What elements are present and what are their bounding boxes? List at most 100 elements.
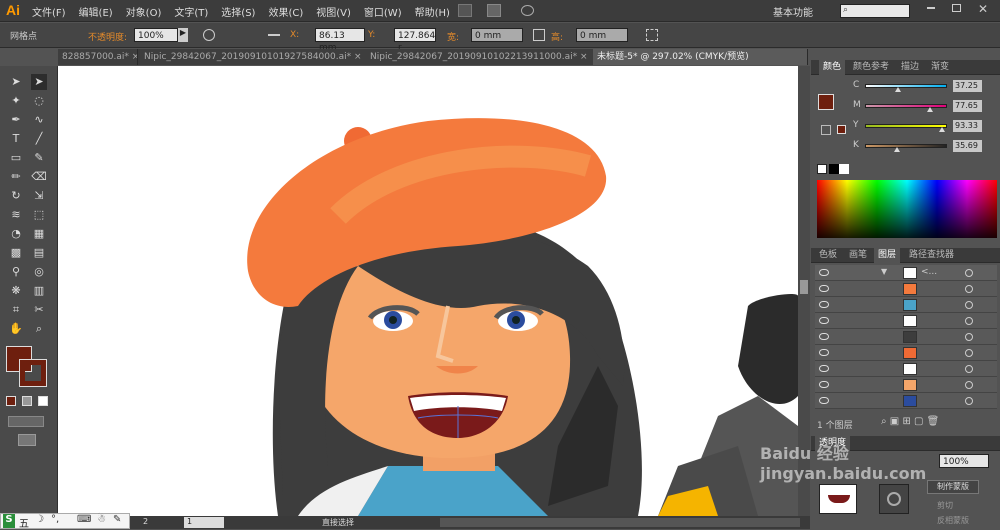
stroke-swatch[interactable] <box>19 359 47 387</box>
black-swatch[interactable] <box>829 164 839 174</box>
skin-icon[interactable]: ☃ <box>97 514 106 525</box>
artboard-canvas[interactable] <box>58 66 798 516</box>
paintbrush-tool-icon[interactable]: ✎ <box>31 150 47 166</box>
page-field[interactable]: 1 <box>184 517 224 528</box>
artboard-tool-icon[interactable]: ⌗ <box>8 302 24 318</box>
visibility-eye-icon[interactable] <box>819 397 829 404</box>
x-field[interactable]: 86.13 mm <box>315 28 365 53</box>
target-icon[interactable] <box>965 317 973 325</box>
channel-value-c[interactable]: 37.25 <box>953 80 982 92</box>
clipping-mask-icon[interactable]: ▣ <box>890 416 899 427</box>
opacity-dropdown-icon[interactable]: ▶ <box>178 28 188 42</box>
shape-builder-tool-icon[interactable]: ◔ <box>8 226 24 242</box>
menu-item-3[interactable]: 文字(T) <box>174 4 208 19</box>
mesh-tool-icon[interactable]: ▩ <box>8 245 24 261</box>
locate-object-icon[interactable]: ⌕ <box>881 416 887 427</box>
layer-row[interactable] <box>815 361 997 377</box>
white-swatch[interactable] <box>839 164 849 174</box>
channel-value-m[interactable]: 77.65 <box>953 100 982 112</box>
channel-knob-y[interactable] <box>939 127 946 132</box>
tab-brushes[interactable]: 画笔 <box>845 248 871 263</box>
reference-point-icon[interactable] <box>268 34 280 36</box>
line-tool-icon[interactable]: ╱ <box>31 131 47 147</box>
lasso-tool-icon[interactable]: ◌ <box>31 93 47 109</box>
channel-slider-k[interactable] <box>865 144 947 148</box>
scale-tool-icon[interactable]: ⇲ <box>31 188 47 204</box>
layer-row[interactable] <box>815 393 997 409</box>
tab-color[interactable]: 颜色 <box>819 60 846 75</box>
free-transform-tool-icon[interactable]: ⬚ <box>31 207 47 223</box>
target-icon[interactable] <box>965 301 973 309</box>
menu-item-0[interactable]: 文件(F) <box>32 4 66 19</box>
color-spectrum[interactable] <box>817 180 997 238</box>
layer-name[interactable]: <... <box>921 267 937 277</box>
channel-knob-c[interactable] <box>894 87 901 92</box>
layer-row[interactable] <box>815 281 997 297</box>
height-field[interactable]: 0 mm <box>576 28 628 42</box>
layer-row[interactable] <box>815 329 997 345</box>
clip-checkbox[interactable]: 剪切 <box>937 500 953 511</box>
tab-document-3[interactable]: Nipic_29842067_20190910102213911000.ai* … <box>366 49 594 65</box>
opacity-field[interactable]: 100% <box>134 28 178 42</box>
menu-item-5[interactable]: 效果(C) <box>268 4 303 19</box>
channel-knob-m[interactable] <box>927 107 934 112</box>
graph-tool-icon[interactable]: ▥ <box>31 283 47 299</box>
visibility-eye-icon[interactable] <box>819 285 829 292</box>
zoom-value[interactable]: 2 <box>143 517 148 526</box>
ime-mode[interactable]: 五 <box>19 515 29 530</box>
direct-selection-tool-icon[interactable]: ➤ <box>31 74 47 90</box>
visibility-eye-icon[interactable] <box>819 365 829 372</box>
menu-item-1[interactable]: 编辑(E) <box>79 4 113 19</box>
target-icon[interactable] <box>965 269 973 277</box>
visibility-eye-icon[interactable] <box>819 301 829 308</box>
pen-tool-icon[interactable]: ✒ <box>8 112 24 128</box>
new-sublayer-icon[interactable]: ⊞ <box>902 416 910 427</box>
menu-item-7[interactable]: 窗口(W) <box>364 4 402 19</box>
color-fill-swatch[interactable] <box>818 94 834 110</box>
channel-slider-c[interactable] <box>865 84 947 88</box>
invert-mask-checkbox[interactable]: 反相蒙版 <box>937 515 969 526</box>
target-icon[interactable] <box>965 333 973 341</box>
tab-swatches[interactable]: 色板 <box>815 248 841 263</box>
curvature-tool-icon[interactable]: ∿ <box>31 112 47 128</box>
hand-tool-icon[interactable]: ✋ <box>8 321 24 337</box>
visibility-eye-icon[interactable] <box>819 333 829 340</box>
menu-item-8[interactable]: 帮助(H) <box>415 4 450 19</box>
channel-slider-m[interactable] <box>865 104 947 108</box>
workspace-switcher[interactable]: 基本功能 <box>773 4 813 19</box>
gpu-performance-icon[interactable] <box>521 5 534 16</box>
horizontal-scrollbar[interactable] <box>440 518 800 527</box>
recolor-icon[interactable] <box>203 29 215 41</box>
tab-document-2[interactable]: Nipic_29842067_20190910101927584000.ai* … <box>140 49 374 65</box>
perspective-grid-tool-icon[interactable]: ▦ <box>31 226 47 242</box>
channel-knob-k[interactable] <box>893 147 900 152</box>
gradient-tool-icon[interactable]: ▤ <box>31 245 47 261</box>
tab-color-guide[interactable]: 颜色参考 <box>849 60 893 75</box>
screen-mode-icon[interactable] <box>18 434 36 446</box>
symbol-sprayer-tool-icon[interactable]: ❋ <box>8 283 24 299</box>
arrange-documents-icon[interactable] <box>487 4 501 17</box>
type-tool-icon[interactable]: T <box>8 131 24 147</box>
tab-gradient[interactable]: 渐变 <box>927 60 953 75</box>
eraser-tool-icon[interactable]: ⌫ <box>31 169 47 185</box>
channel-slider-y[interactable] <box>865 124 947 128</box>
channel-value-y[interactable]: 93.33 <box>953 120 982 132</box>
zoom-tool-icon[interactable]: ⌕ <box>31 321 47 337</box>
scroll-thumb[interactable] <box>800 280 808 294</box>
rotate-tool-icon[interactable]: ↻ <box>8 188 24 204</box>
tab-document-active[interactable]: 未标题-5* @ 297.02% (CMYK/预览) <box>593 49 808 65</box>
search-input[interactable]: ⌕ <box>840 4 910 18</box>
selection-tool-icon[interactable]: ➤ <box>8 74 24 90</box>
warp-tool-icon[interactable]: ≋ <box>8 207 24 223</box>
target-icon[interactable] <box>965 365 973 373</box>
gradient-mode-icon[interactable] <box>22 396 32 406</box>
none-mode-icon[interactable] <box>38 396 48 406</box>
keyboard-icon[interactable]: ⌨ <box>77 514 91 525</box>
punctuation-icon[interactable]: °, <box>51 514 59 525</box>
tab-stroke[interactable]: 描边 <box>897 60 923 75</box>
character-illustration[interactable] <box>58 66 798 516</box>
tab-document-1[interactable]: 828857000.ai* × <box>58 49 138 65</box>
moon-icon[interactable]: ☽ <box>35 514 44 525</box>
target-icon[interactable] <box>965 381 973 389</box>
visibility-eye-icon[interactable] <box>819 381 829 388</box>
